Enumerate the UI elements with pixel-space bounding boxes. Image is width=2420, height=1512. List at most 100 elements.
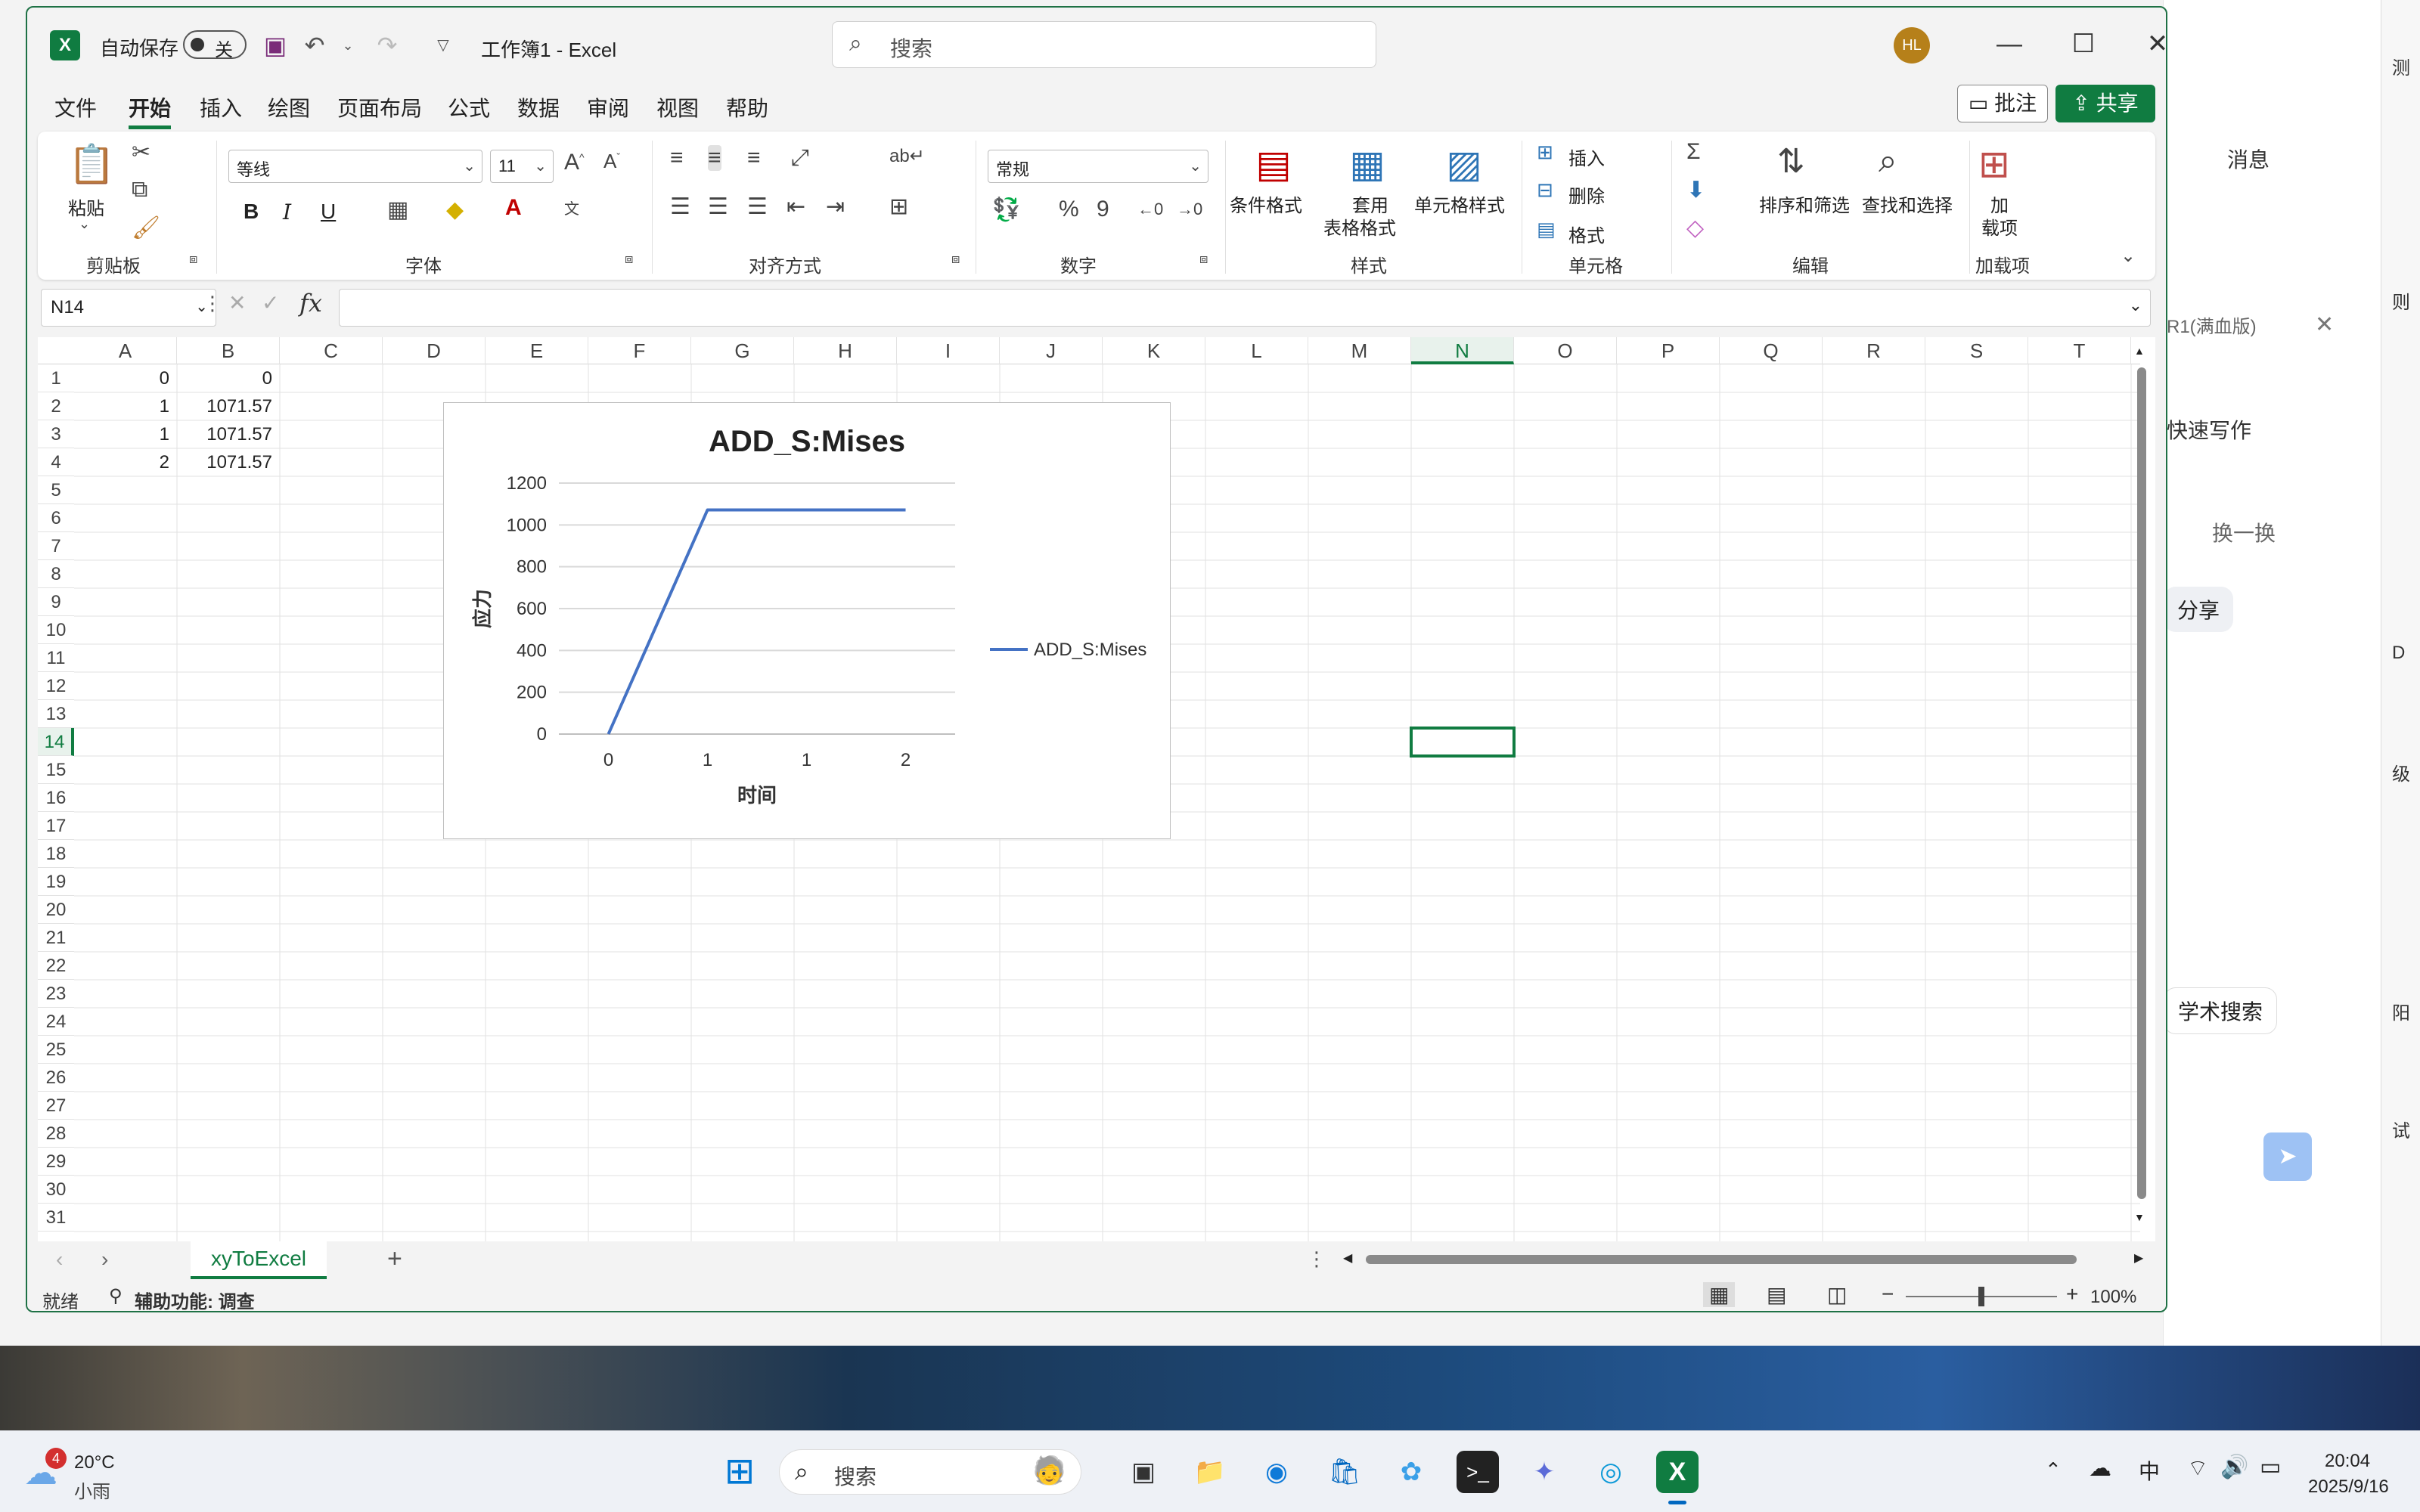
tab-home[interactable]: 开始 xyxy=(129,92,172,129)
italic-button[interactable]: I xyxy=(283,200,291,225)
row-header-29[interactable]: 29 xyxy=(38,1148,74,1176)
paste-icon[interactable]: 📋 xyxy=(68,142,115,187)
customize-qat-icon[interactable]: ▽ xyxy=(428,30,458,60)
column-header-b[interactable]: B xyxy=(177,337,280,364)
tab-data[interactable]: 数据 xyxy=(517,92,560,122)
battery-icon[interactable]: ▭ xyxy=(2260,1454,2281,1480)
store-icon[interactable]: 🛍 xyxy=(1323,1451,1366,1493)
font-family-select[interactable]: 等线 ⌄ xyxy=(228,150,482,183)
autosum-icon[interactable]: Σ xyxy=(1686,139,1701,165)
zoom-in-icon[interactable]: + xyxy=(2066,1282,2078,1306)
insert-function-icon[interactable]: fx xyxy=(299,289,322,318)
search-input[interactable]: ⌕ 搜索 xyxy=(832,21,1376,68)
row-header-25[interactable]: 25 xyxy=(38,1036,74,1064)
row-header-5[interactable]: 5 xyxy=(38,476,74,504)
wifi-icon[interactable]: ⌔ xyxy=(2187,1454,2208,1483)
insert-cells-button[interactable]: 插入 xyxy=(1568,144,1605,170)
scroll-up-icon[interactable]: ▲ xyxy=(2134,345,2145,357)
format-cells-button[interactable]: 格式 xyxy=(1568,221,1605,247)
row-header-9[interactable]: 9 xyxy=(38,588,74,616)
tab-draw[interactable]: 绘图 xyxy=(268,92,310,122)
row-header-23[interactable]: 23 xyxy=(38,980,74,1008)
photos-icon[interactable]: ✿ xyxy=(1390,1451,1432,1493)
chevron-down-icon[interactable]: ⌄ xyxy=(2129,296,2142,315)
row-header-7[interactable]: 7 xyxy=(38,532,74,560)
format-cells-icon[interactable]: ▤ xyxy=(1537,218,1556,241)
redo-icon[interactable]: ↷ xyxy=(372,30,402,60)
row-header-31[interactable]: 31 xyxy=(38,1204,74,1232)
chevron-down-icon[interactable]: ⌄ xyxy=(79,216,90,232)
column-header-o[interactable]: O xyxy=(1514,337,1617,364)
refresh-label[interactable]: 换一换 xyxy=(2212,517,2276,547)
cell-styles-button[interactable]: 单元格样式 xyxy=(1414,191,1505,217)
cell-b2[interactable]: 1071.57 xyxy=(177,392,280,420)
add-sheet-icon[interactable]: + xyxy=(387,1244,402,1274)
column-header-p[interactable]: P xyxy=(1617,337,1720,364)
onedrive-icon[interactable]: ☁ xyxy=(2089,1455,2111,1482)
align-center-icon[interactable]: ☰ xyxy=(708,194,728,220)
column-header-n[interactable]: N xyxy=(1411,337,1514,364)
wrap-text-icon[interactable]: ab↵ xyxy=(889,145,925,167)
row-header-12[interactable]: 12 xyxy=(38,672,74,700)
edge-dev-icon[interactable]: ◎ xyxy=(1590,1451,1632,1493)
cell-a1[interactable]: 0 xyxy=(74,364,177,392)
font-color-icon[interactable]: A xyxy=(505,195,522,221)
next-sheet-icon[interactable]: › xyxy=(101,1247,108,1272)
ime-indicator[interactable]: 中 xyxy=(2139,1455,2160,1486)
underline-button[interactable]: U xyxy=(321,200,336,224)
cell-b3[interactable]: 1071.57 xyxy=(177,420,280,448)
fill-icon[interactable]: ⬇ xyxy=(1686,177,1705,203)
avatar[interactable]: HL xyxy=(1894,27,1930,64)
weather-temp[interactable]: 20°C xyxy=(74,1452,115,1473)
row-header-1[interactable]: 1 xyxy=(38,364,74,392)
tab-review[interactable]: 审阅 xyxy=(587,92,629,122)
weather-desc[interactable]: 小雨 xyxy=(74,1476,110,1503)
column-header-q[interactable]: Q xyxy=(1720,337,1823,364)
terminal-icon[interactable]: >_ xyxy=(1457,1451,1499,1493)
tab-help[interactable]: 帮助 xyxy=(726,92,768,122)
scroll-left-icon[interactable]: ◀ xyxy=(1343,1250,1352,1266)
clock-date[interactable]: 2025/9/16 xyxy=(2308,1476,2389,1498)
prev-sheet-icon[interactable]: ‹ xyxy=(56,1247,63,1272)
column-header-s[interactable]: S xyxy=(1925,337,2028,364)
cell-a4[interactable]: 2 xyxy=(74,448,177,476)
share-pill[interactable]: 分享 xyxy=(2164,587,2234,632)
page-break-view-icon[interactable]: ◫ xyxy=(1827,1282,1847,1307)
task-view-icon[interactable]: ▣ xyxy=(1122,1451,1165,1493)
cell-b4[interactable]: 1071.57 xyxy=(177,448,280,476)
tab-page-layout[interactable]: 页面布局 xyxy=(337,92,422,122)
row-header-3[interactable]: 3 xyxy=(38,420,74,448)
increase-decimal-icon[interactable]: ←0 xyxy=(1137,200,1163,219)
row-header-2[interactable]: 2 xyxy=(38,392,74,420)
send-icon[interactable]: ➤ xyxy=(2263,1132,2312,1181)
row-header-14[interactable]: 14 xyxy=(38,728,74,756)
zoom-slider[interactable] xyxy=(1906,1287,2057,1306)
cell-b1[interactable]: 0 xyxy=(177,364,280,392)
conditional-formatting-icon[interactable]: ▤ xyxy=(1236,142,1311,186)
increase-indent-icon[interactable]: ⇥ xyxy=(826,194,845,220)
column-header-k[interactable]: K xyxy=(1103,337,1205,364)
row-header-11[interactable]: 11 xyxy=(38,644,74,672)
chart[interactable]: ADD_S:Mises 0 200 400 600 800 1000 1200 0 1 1 2 时间 应力… xyxy=(443,402,1171,839)
collapse-ribbon-icon[interactable]: ⌄ xyxy=(2121,245,2136,267)
tab-view[interactable]: 视图 xyxy=(656,92,699,122)
increase-font-icon[interactable]: A^ xyxy=(564,150,585,175)
more-options-icon[interactable]: ⋮ xyxy=(1307,1247,1326,1271)
start-icon[interactable]: ⊞ xyxy=(718,1451,761,1493)
excel-taskbar-icon[interactable]: X xyxy=(1656,1451,1699,1493)
merge-center-icon[interactable]: ⊞ xyxy=(889,194,908,220)
page-layout-view-icon[interactable]: ▤ xyxy=(1767,1282,1786,1307)
orientation-icon[interactable]: ⤢ xyxy=(791,145,809,171)
number-format-select[interactable]: 常规 ⌄ xyxy=(988,150,1208,183)
more-options-icon[interactable]: ⋮ xyxy=(203,292,222,315)
row-header-28[interactable]: 28 xyxy=(38,1120,74,1148)
quick-write-label[interactable]: 快速写作 xyxy=(2167,414,2251,445)
find-select-button[interactable]: 查找和选择 xyxy=(1862,191,1953,217)
conditional-formatting-button[interactable]: 条件格式 xyxy=(1230,191,1302,217)
zoom-slider-thumb[interactable] xyxy=(1978,1287,1984,1306)
dialog-launcher-icon[interactable]: ⧈ xyxy=(1199,251,1208,267)
bold-button[interactable]: B xyxy=(244,200,259,224)
align-middle-icon[interactable]: ≡ xyxy=(708,145,721,171)
column-header-c[interactable]: C xyxy=(280,337,383,364)
insert-cells-icon[interactable]: ⊞ xyxy=(1537,141,1553,164)
